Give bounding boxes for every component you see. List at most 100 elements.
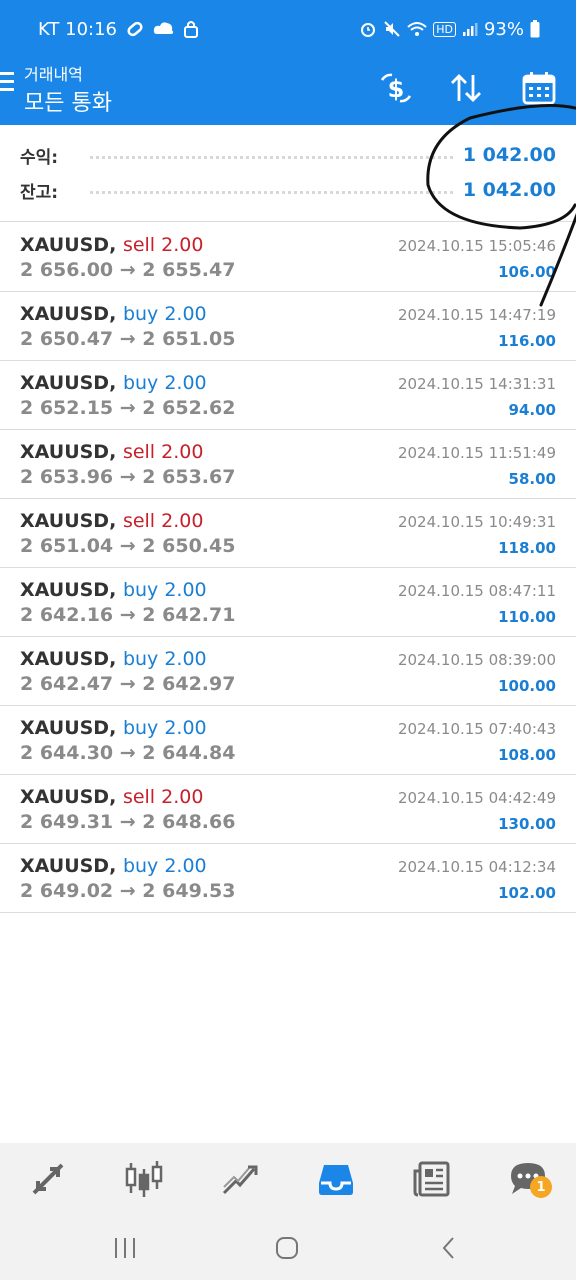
chart-icon [125, 1161, 163, 1197]
trade-side: buy 2.00 [122, 648, 207, 670]
trade-profit: 94.00 [508, 401, 556, 419]
history-icon [319, 1165, 353, 1195]
mute-icon [383, 19, 401, 39]
trade-time: 2024.10.15 07:40:43 [397, 720, 556, 738]
quotes-icon [32, 1163, 64, 1195]
trade-profit: 58.00 [508, 470, 556, 488]
home-button[interactable] [272, 1233, 302, 1263]
trade-time: 2024.10.15 10:49:31 [397, 513, 556, 531]
trade-side: sell 2.00 [122, 234, 204, 256]
dollar-exchange-icon: $ [380, 73, 412, 103]
signal-icon [462, 19, 478, 39]
trade-symbol: XAUUSD, [20, 648, 117, 670]
trade-side: buy 2.00 [122, 717, 207, 739]
sort-button[interactable] [446, 68, 486, 108]
nav-chat[interactable]: 1 [480, 1143, 576, 1215]
trade-profit: 108.00 [498, 746, 556, 764]
trade-symbol: XAUUSD, [20, 441, 117, 463]
sort-icon [451, 74, 481, 102]
calendar-button[interactable] [519, 68, 559, 108]
trade-row[interactable]: XAUUSD, buy 2.00 2 642.47 → 2 642.97 202… [0, 637, 576, 706]
recent-apps-button[interactable] [110, 1233, 140, 1263]
battery-percent: 93% [483, 18, 524, 40]
trade-symbol: XAUUSD, [20, 510, 117, 532]
trade-time: 2024.10.15 08:39:00 [397, 651, 556, 669]
lock-icon [183, 19, 199, 39]
trade-prices: 2 649.02 → 2 649.53 [20, 880, 236, 902]
trade-prices: 2 653.96 → 2 653.67 [20, 466, 236, 488]
trade-row[interactable]: XAUUSD, buy 2.00 2 650.47 → 2 651.05 202… [0, 292, 576, 361]
back-button[interactable] [434, 1233, 464, 1263]
trade-row[interactable]: XAUUSD, sell 2.00 2 651.04 → 2 650.45 20… [0, 499, 576, 568]
recent-apps-icon [115, 1238, 135, 1258]
trade-time: 2024.10.15 14:47:19 [397, 306, 556, 324]
trade-row[interactable]: XAUUSD, buy 2.00 2 644.30 → 2 644.84 202… [0, 706, 576, 775]
menu-icon[interactable] [0, 72, 14, 96]
trade-prices: 2 651.04 → 2 650.45 [20, 535, 236, 557]
system-nav-bar [0, 1215, 576, 1280]
balance-label: 잔고: [20, 182, 59, 203]
trade-symbol: XAUUSD, [20, 372, 117, 394]
trade-side: sell 2.00 [122, 786, 204, 808]
trade-row[interactable]: XAUUSD, buy 2.00 2 649.02 → 2 649.53 202… [0, 844, 576, 913]
nav-trade[interactable] [192, 1143, 288, 1215]
trade-profit: 100.00 [498, 677, 556, 695]
currency-filter-button[interactable]: $ [376, 68, 416, 108]
trade-side: buy 2.00 [122, 855, 207, 877]
trade-time: 2024.10.15 04:42:49 [397, 789, 556, 807]
trade-symbol: XAUUSD, [20, 579, 117, 601]
trade-time: 2024.10.15 08:47:11 [397, 582, 556, 600]
trade-side: buy 2.00 [122, 372, 207, 394]
trade-side: buy 2.00 [122, 303, 207, 325]
summary-panel: 수익: 1 042.00 잔고: 1 042.00 [0, 125, 576, 222]
trade-row[interactable]: XAUUSD, buy 2.00 2 652.15 → 2 652.62 202… [0, 361, 576, 430]
status-right: HD 93% [359, 19, 540, 40]
balance-value: 1 042.00 [462, 179, 556, 201]
trade-symbol: XAUUSD, [20, 855, 117, 877]
trade-row[interactable]: XAUUSD, sell 2.00 2 653.96 → 2 653.67 20… [0, 430, 576, 499]
hd-label: HD [433, 21, 456, 37]
status-left: KT 10:16 [38, 19, 199, 40]
nav-quotes[interactable] [0, 1143, 96, 1215]
nav-news[interactable] [384, 1143, 480, 1215]
nav-chart[interactable] [96, 1143, 192, 1215]
trade-prices: 2 652.15 → 2 652.62 [20, 397, 236, 419]
trade-symbol: XAUUSD, [20, 786, 117, 808]
carrier-time: KT 10:16 [38, 18, 117, 40]
trade-time: 2024.10.15 11:51:49 [397, 444, 556, 462]
trade-row[interactable]: XAUUSD, sell 2.00 2 656.00 → 2 655.47 20… [0, 223, 576, 292]
nav-history[interactable] [288, 1143, 384, 1215]
cloud-icon [153, 19, 175, 39]
trade-profit: 118.00 [498, 539, 556, 557]
chat-badge: 1 [530, 1176, 552, 1198]
trade-symbol: XAUUSD, [20, 234, 117, 256]
trade-side: sell 2.00 [122, 510, 204, 532]
trade-prices: 2 650.47 → 2 651.05 [20, 328, 236, 350]
trade-time: 2024.10.15 04:12:34 [397, 858, 556, 876]
trade-time: 2024.10.15 15:05:46 [397, 237, 556, 255]
profit-row: 수익: 1 042.00 [20, 140, 556, 170]
dotted-leader [90, 155, 453, 159]
trade-row[interactable]: XAUUSD, sell 2.00 2 649.31 → 2 648.66 20… [0, 775, 576, 844]
trade-profit: 106.00 [498, 263, 556, 281]
back-icon [442, 1237, 454, 1259]
wifi-icon [407, 19, 427, 39]
trade-side: sell 2.00 [122, 441, 204, 463]
app-bar: 거래내역 모든 통화 $ [0, 58, 576, 125]
trade-profit: 130.00 [498, 815, 556, 833]
alarm-icon [359, 19, 377, 39]
profit-label: 수익: [20, 147, 59, 168]
trade-prices: 2 649.31 → 2 648.66 [20, 811, 236, 833]
trade-profit: 116.00 [498, 332, 556, 350]
status-bar: KT 10:16 HD 93% [0, 0, 576, 58]
trade-row[interactable]: XAUUSD, buy 2.00 2 642.16 → 2 642.71 202… [0, 568, 576, 637]
trade-symbol: XAUUSD, [20, 717, 117, 739]
bottom-nav: 1 [0, 1143, 576, 1215]
trade-prices: 2 656.00 → 2 655.47 [20, 259, 236, 281]
home-icon [276, 1237, 298, 1259]
link-icon [125, 19, 145, 39]
balance-row: 잔고: 1 042.00 [20, 175, 556, 205]
page-title[interactable]: 모든 통화 [24, 85, 112, 117]
dotted-leader [90, 190, 453, 194]
battery-icon [530, 19, 540, 39]
